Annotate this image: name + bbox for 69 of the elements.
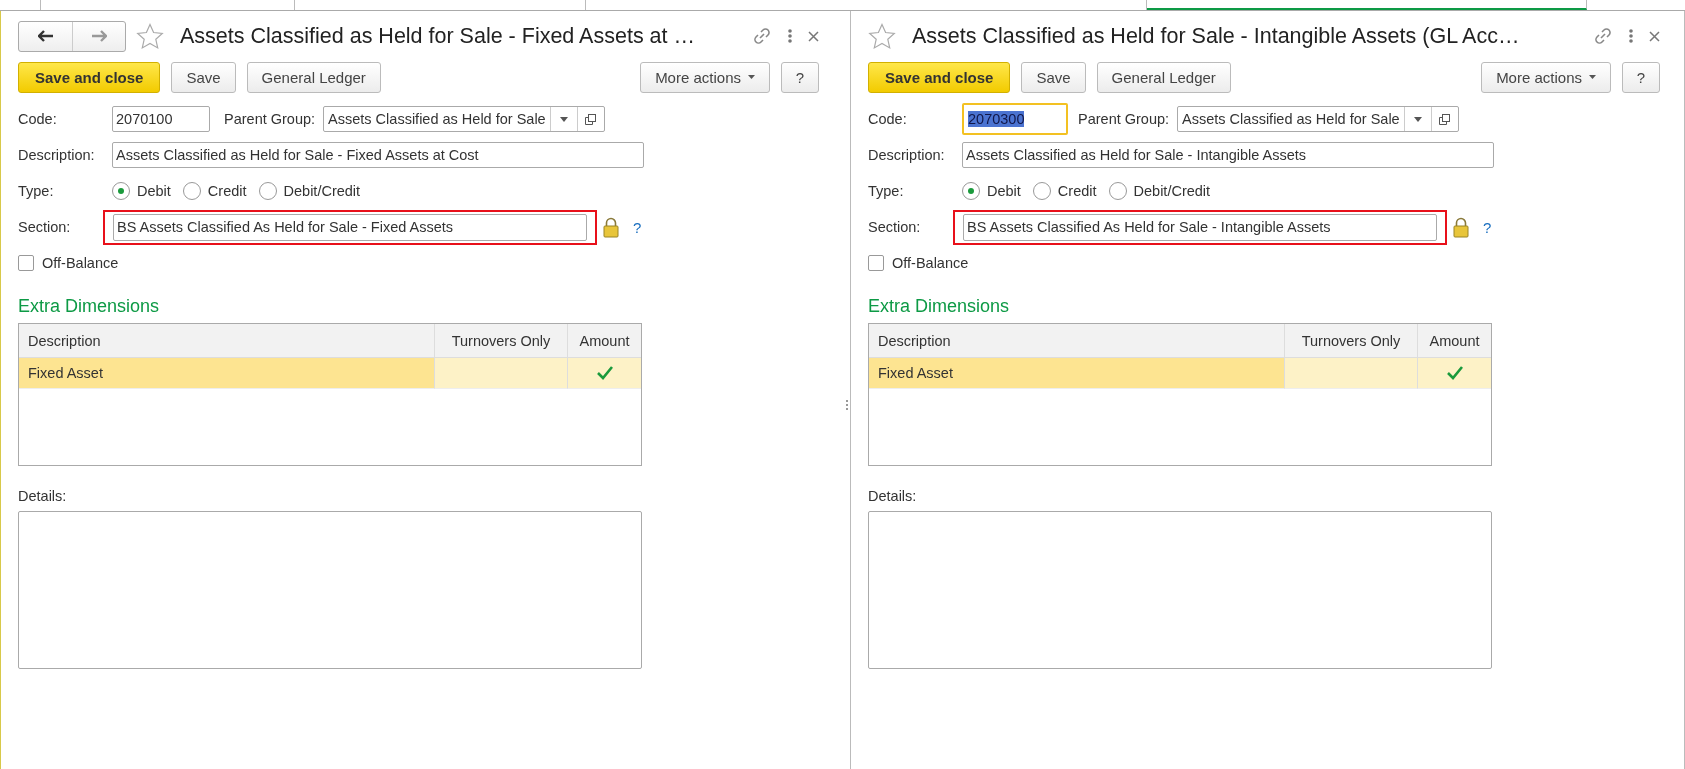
code-field[interactable]: 2070300 <box>962 103 1068 135</box>
checkbox[interactable] <box>18 255 34 271</box>
field-label: Code: <box>868 111 908 127</box>
column-header[interactable]: Description <box>19 324 435 358</box>
checkbox-label: Off-Balance <box>892 255 969 271</box>
section-heading: Extra Dimensions <box>868 296 1011 317</box>
window-title: Assets Classified as Held for Sale - Intangible Assets (GL Acc… <box>912 23 1521 49</box>
radio-label: Debit <box>987 183 1021 199</box>
column-header[interactable]: Amount <box>1418 324 1491 358</box>
section-heading: Extra Dimensions <box>18 296 161 317</box>
more-icon[interactable] <box>788 29 792 43</box>
parent-group-field[interactable]: Assets Classified as Held for Sale <box>323 106 605 132</box>
field-label: Details: <box>868 488 918 504</box>
field-label: Parent Group: <box>224 111 316 127</box>
field-label: Section: <box>868 219 922 235</box>
toolbar-button[interactable]: General Ledger <box>246 61 381 93</box>
field-label: Description: <box>18 147 96 163</box>
caret-icon <box>748 75 755 79</box>
help-link[interactable]: ? <box>633 218 642 236</box>
radio-label: Credit <box>1057 183 1097 199</box>
help-link[interactable]: ? <box>1483 218 1492 236</box>
field-label: Type: <box>18 183 55 199</box>
star-icon[interactable] <box>136 22 164 50</box>
code-field[interactable]: 2070100 <box>112 106 210 132</box>
close-icon[interactable] <box>808 30 819 42</box>
details-field[interactable] <box>868 511 1492 669</box>
field-label: Type: <box>868 183 905 199</box>
help-button[interactable]: ? <box>1622 61 1660 93</box>
table-cell: Fixed Asset <box>19 358 435 389</box>
radio-label: Debit/Credit <box>1133 183 1211 199</box>
field-label: Parent Group: <box>1078 111 1170 127</box>
description-field[interactable]: Assets Classified as Held for Sale - Intangible Assets <box>962 142 1494 168</box>
toolbar-button[interactable]: General Ledger <box>1096 61 1231 93</box>
arrow-right-icon <box>91 30 107 42</box>
star-icon[interactable] <box>868 22 896 50</box>
parent-group-field[interactable]: Assets Classified as Held for Sale <box>1177 106 1459 132</box>
radio-label: Debit/Credit <box>283 183 361 199</box>
checkbox-label: Off-Balance <box>42 255 119 271</box>
column-header[interactable]: Turnovers Only <box>1285 324 1418 358</box>
details-field[interactable] <box>18 511 642 669</box>
field-label: Description: <box>868 147 946 163</box>
section-field[interactable]: BS Assets Classified As Held for Sale - Intangible Assets <box>963 213 1437 241</box>
active-tab-indicator[interactable] <box>1147 0 1587 10</box>
more-icon[interactable] <box>1629 29 1633 43</box>
save-and-close-button[interactable]: Save and close <box>18 61 161 93</box>
section-field[interactable]: BS Assets Classified As Held for Sale - Fixed Assets <box>113 213 587 241</box>
column-header[interactable]: Turnovers Only <box>435 324 568 358</box>
window-title: Assets Classified as Held for Sale - Fixed Assets at … <box>180 23 696 49</box>
field-label: Section: <box>18 219 72 235</box>
help-button[interactable]: ? <box>781 61 819 93</box>
table-cell: Fixed Asset <box>869 358 1285 389</box>
toolbar-button[interactable]: Save <box>1021 61 1086 93</box>
field-label: Code: <box>18 111 58 127</box>
arrow-left-icon <box>37 30 54 42</box>
field-label: Details: <box>18 488 68 504</box>
column-header[interactable]: Amount <box>568 324 641 358</box>
close-icon[interactable] <box>1649 30 1660 42</box>
column-header[interactable]: Description <box>869 324 1285 358</box>
more-actions-button[interactable]: More actions <box>1481 61 1611 93</box>
toolbar-button[interactable]: Save <box>171 61 236 93</box>
radio-label: Debit <box>137 183 171 199</box>
link-icon[interactable] <box>752 26 772 46</box>
radio-label: Credit <box>207 183 247 199</box>
link-icon[interactable] <box>1593 26 1613 46</box>
checkbox[interactable] <box>868 255 884 271</box>
more-actions-button[interactable]: More actions <box>640 61 770 93</box>
description-field[interactable]: Assets Classified as Held for Sale - Fixed Assets at Cost <box>112 142 644 168</box>
save-and-close-button[interactable]: Save and close <box>868 61 1011 93</box>
caret-icon <box>1589 75 1596 79</box>
